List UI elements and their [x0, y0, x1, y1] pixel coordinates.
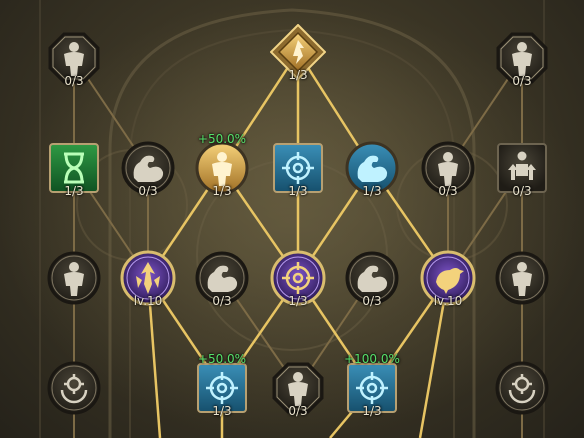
- skill-level-label: 0/3: [138, 184, 158, 198]
- crescent-target-icon: [47, 361, 101, 415]
- skill-level-label: 1/3: [288, 294, 308, 308]
- skill-node-r1-arm-dim[interactable]: 0/3: [120, 140, 176, 206]
- skill-level-label: 0/3: [212, 294, 232, 308]
- bonus-percent-label: +50.0%: [197, 352, 247, 366]
- skill-level-label: 1/3: [362, 184, 382, 198]
- skill-node-r2-arm-left[interactable]: 0/3: [194, 250, 250, 316]
- skill-level-label: lv.10: [133, 294, 163, 308]
- skill-level-label: 0/3: [512, 74, 532, 88]
- skill-level-label: 1/3: [212, 404, 232, 418]
- skill-node-r2-arm-right[interactable]: 0/3: [344, 250, 400, 316]
- skill-node-r1-body-dim[interactable]: 0/3: [420, 140, 476, 206]
- skill-node-r2-emblem-left[interactable]: lv.10: [120, 250, 176, 316]
- skill-node-r0-center-core[interactable]: 1/3: [270, 24, 326, 90]
- skill-node-r3-target-right[interactable]: +100.0% 1/3: [344, 352, 400, 426]
- skill-node-r2-body-right[interactable]: [494, 250, 550, 316]
- skill-node-r3-moon-right[interactable]: [494, 360, 550, 426]
- skill-node-r1-arm-blue[interactable]: 1/3: [344, 140, 400, 206]
- skill-level-label: 1/3: [288, 184, 308, 198]
- skill-level-label: 1/3: [362, 404, 382, 418]
- skill-level-label: 1/3: [64, 184, 84, 198]
- skill-level-label: lv.10: [433, 294, 463, 308]
- skill-node-r1-arrows[interactable]: 0/3: [494, 140, 550, 206]
- crescent-target-icon: [495, 361, 549, 415]
- skill-node-r0-right-body[interactable]: 0/3: [494, 30, 550, 96]
- skill-node-r3-body-center[interactable]: 0/3: [270, 360, 326, 426]
- skill-node-r0-left-body[interactable]: 0/3: [46, 30, 102, 96]
- body-silhouette-icon: [47, 251, 101, 305]
- skill-node-r1-hourglass[interactable]: 1/3: [46, 140, 102, 206]
- skill-level-label: 1/3: [212, 184, 232, 198]
- bonus-percent-label: +50.0%: [197, 132, 247, 146]
- skill-node-r3-moon-left[interactable]: [46, 360, 102, 426]
- bonus-percent-label: +100.0%: [344, 352, 400, 366]
- skill-node-r1-body-gold[interactable]: +50.0% 1/3: [194, 132, 250, 206]
- skill-level-label: 1/3: [288, 68, 308, 82]
- skill-level-label: 0/3: [362, 294, 382, 308]
- skill-level-label: 0/3: [438, 184, 458, 198]
- skill-level-label: 0/3: [288, 404, 308, 418]
- skill-level-label: 0/3: [512, 184, 532, 198]
- skill-node-r3-target-left[interactable]: +50.0% 1/3: [194, 352, 250, 426]
- skill-node-r2-center-target[interactable]: 1/3: [270, 250, 326, 316]
- skill-node-r1-target[interactable]: 1/3: [270, 140, 326, 206]
- body-silhouette-icon: [495, 251, 549, 305]
- skill-node-r2-bird[interactable]: lv.10: [420, 250, 476, 316]
- skill-level-label: 0/3: [64, 74, 84, 88]
- skill-tree-panel: 0/3 1/3 0/3 1/3 0/3 +50.0% 1/3 1/3 1/3 0/3 0/3 lv.1…: [0, 0, 584, 438]
- skill-node-r2-body-left[interactable]: [46, 250, 102, 316]
